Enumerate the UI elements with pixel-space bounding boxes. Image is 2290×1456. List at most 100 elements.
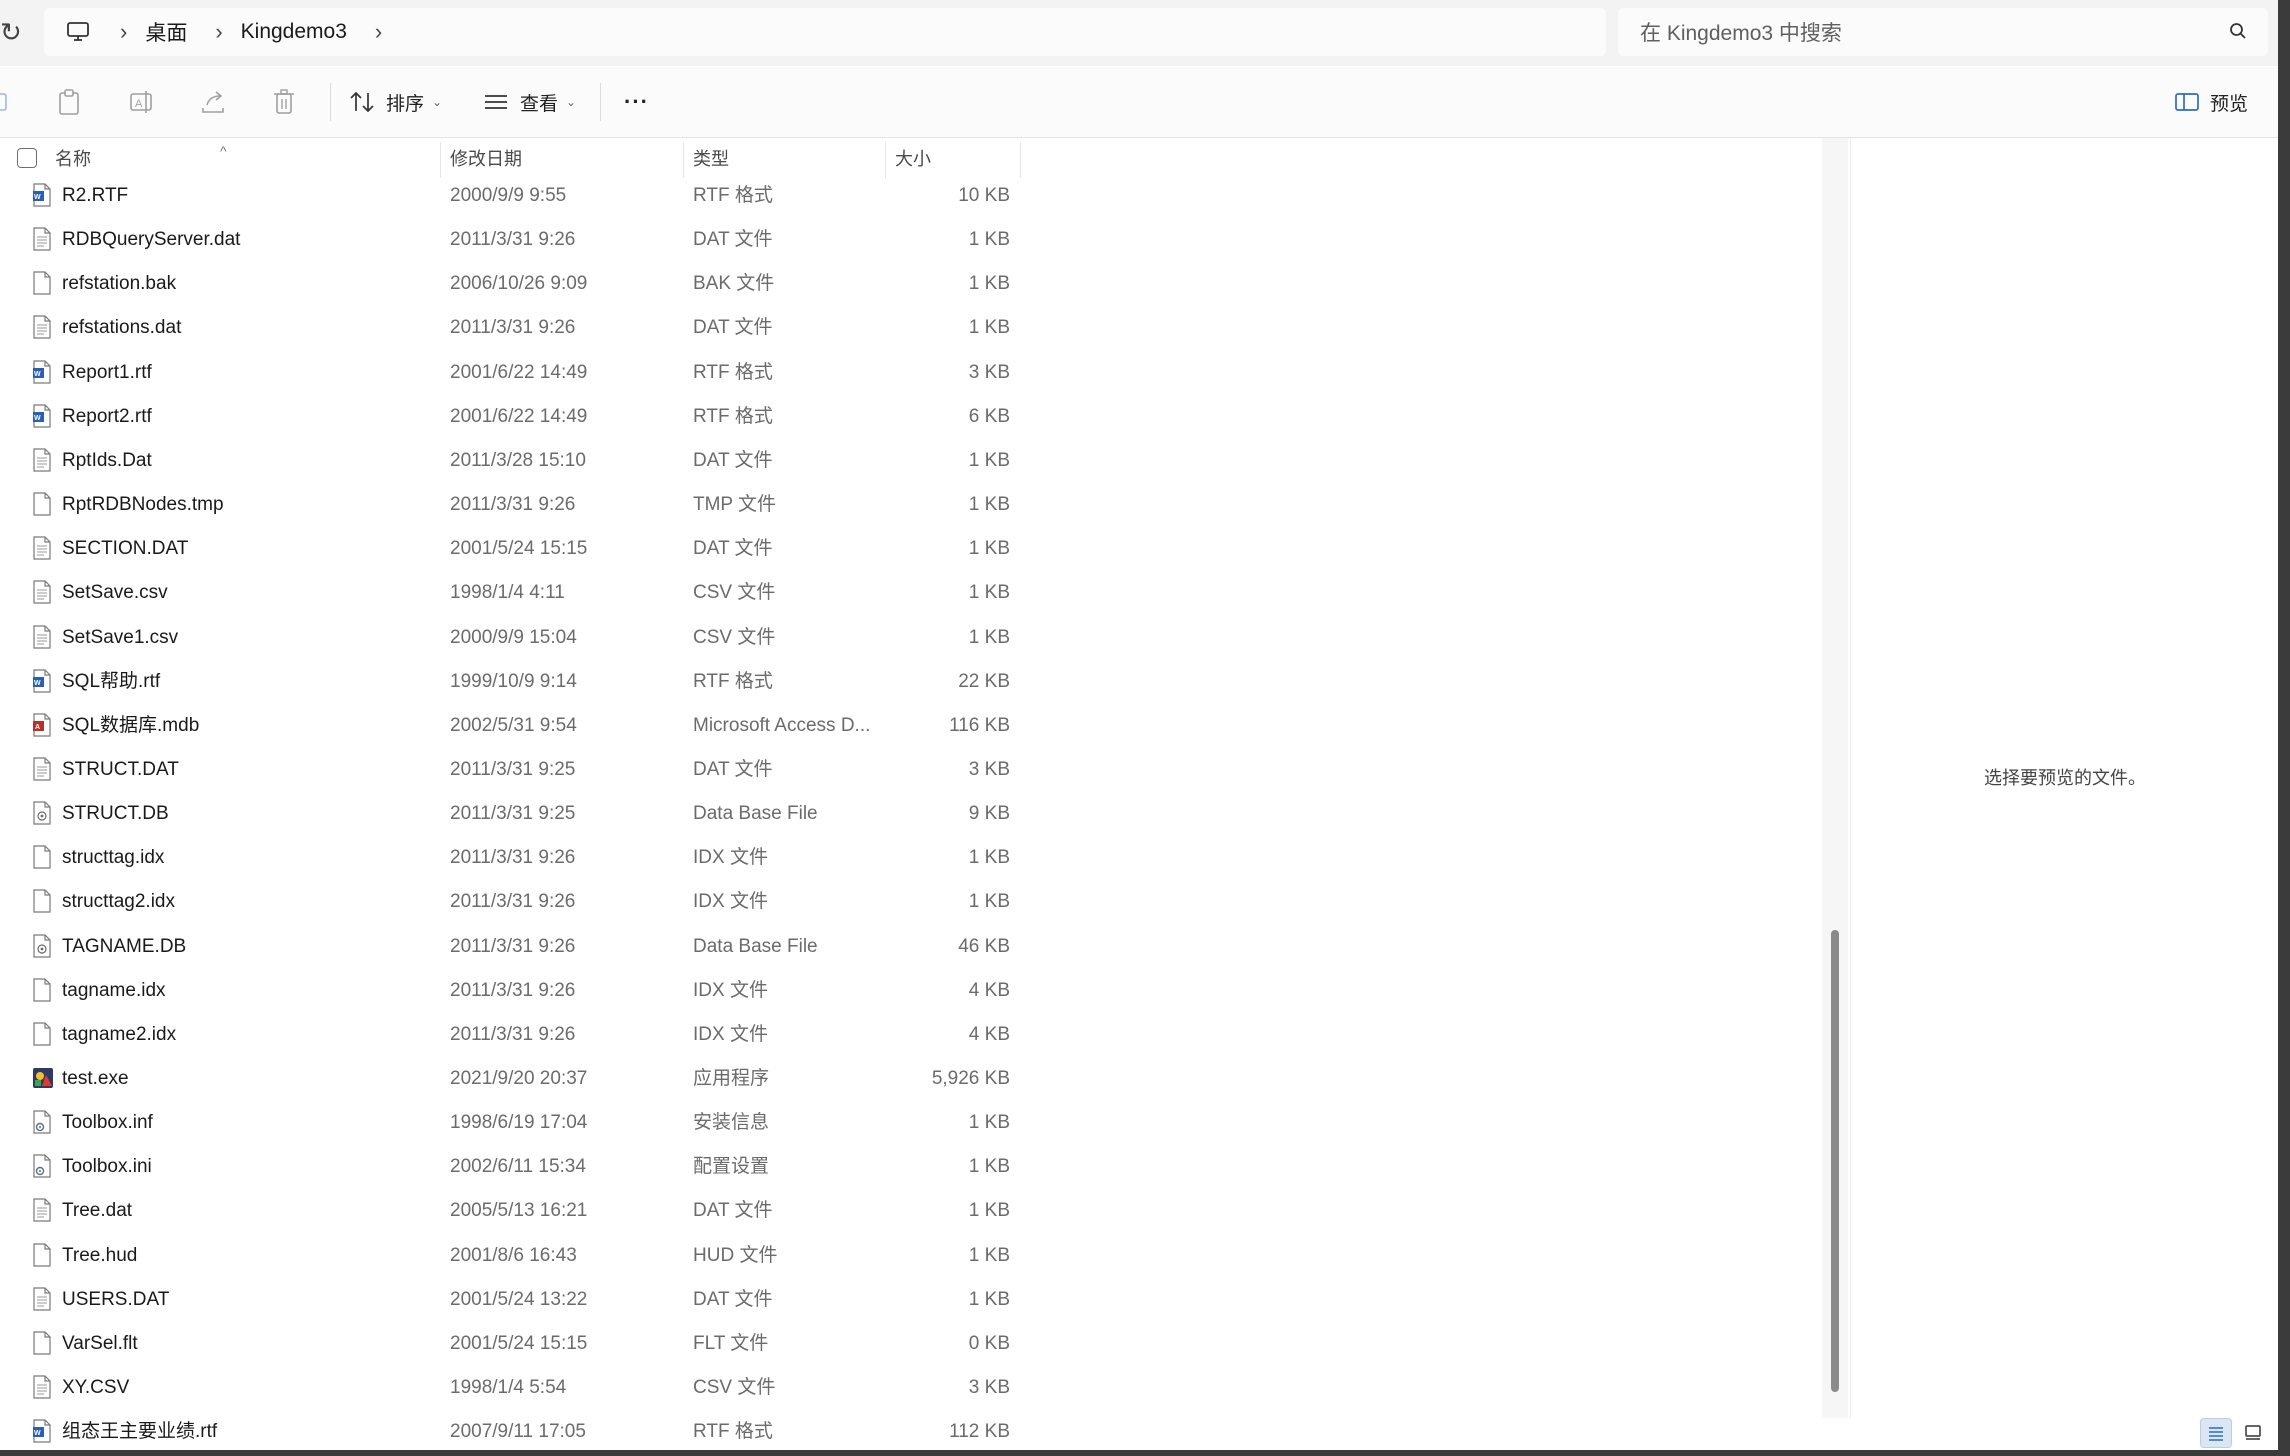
file-name[interactable]: SQL帮助.rtf xyxy=(62,660,160,703)
search-input[interactable]: 在 Kingdemo3 中搜索 xyxy=(1640,17,2228,47)
file-name[interactable]: RDBQueryServer.dat xyxy=(62,218,240,261)
file-name[interactable]: RptIds.Dat xyxy=(62,439,152,482)
file-row[interactable]: Tree.dat 2005/5/13 16:21 DAT 文件 1 KB xyxy=(0,1189,1030,1232)
file-name[interactable]: SetSave1.csv xyxy=(62,616,178,659)
file-row[interactable]: SetSave.csv 1998/1/4 4:11 CSV 文件 1 KB xyxy=(0,571,1030,614)
file-name[interactable]: tagname2.idx xyxy=(62,1013,176,1056)
preview-pane: 选择要预览的文件。 xyxy=(1850,138,2278,1418)
column-divider[interactable] xyxy=(885,142,886,178)
details-view-button[interactable] xyxy=(2200,1418,2232,1448)
file-name[interactable]: STRUCT.DAT xyxy=(62,748,179,791)
delete-icon[interactable] xyxy=(271,85,297,119)
rename-icon[interactable]: A xyxy=(128,85,156,119)
file-name[interactable]: Toolbox.ini xyxy=(62,1145,152,1188)
file-row[interactable]: SECTION.DAT 2001/5/24 15:15 DAT 文件 1 KB xyxy=(0,527,1030,570)
file-name[interactable]: Report1.rtf xyxy=(62,351,152,394)
column-divider[interactable] xyxy=(683,142,684,178)
file-size: 22 KB xyxy=(958,670,1010,692)
file-name[interactable]: structtag.idx xyxy=(62,836,164,879)
file-row[interactable]: W 组态王主要业绩.rtf 2007/9/11 17:05 RTF 格式 112 KB xyxy=(0,1410,1030,1450)
file-row[interactable]: structtag.idx 2011/3/31 9:26 IDX 文件 1 KB xyxy=(0,836,1030,879)
file-date-modified: 2011/3/31 9:25 xyxy=(450,758,576,780)
file-name[interactable]: Tree.hud xyxy=(62,1234,137,1277)
breadcrumb-desktop[interactable]: 桌面 xyxy=(145,17,187,47)
file-name[interactable]: tagname.idx xyxy=(62,969,166,1012)
chevron-right-icon[interactable]: › xyxy=(120,19,127,45)
file-row[interactable]: Tree.hud 2001/8/6 16:43 HUD 文件 1 KB xyxy=(0,1234,1030,1277)
column-divider[interactable] xyxy=(1020,142,1021,178)
file-name[interactable]: refstations.dat xyxy=(62,306,181,349)
file-row[interactable]: refstation.bak 2006/10/26 9:09 BAK 文件 1 KB xyxy=(0,262,1030,305)
file-row[interactable]: Toolbox.inf 1998/6/19 17:04 安装信息 1 KB xyxy=(0,1101,1030,1144)
large-icons-view-button[interactable] xyxy=(2238,1418,2268,1446)
file-row[interactable]: tagname2.idx 2011/3/31 9:26 IDX 文件 4 KB xyxy=(0,1013,1030,1056)
file-name[interactable]: SECTION.DAT xyxy=(62,527,188,570)
scrollbar-thumb[interactable] xyxy=(1831,930,1839,1392)
chevron-right-icon[interactable]: › xyxy=(215,19,222,45)
file-name[interactable]: RptRDBNodes.tmp xyxy=(62,483,224,526)
file-row[interactable]: structtag2.idx 2011/3/31 9:26 IDX 文件 1 KB xyxy=(0,880,1030,923)
file-name[interactable]: STRUCT.DB xyxy=(62,792,169,835)
chevron-right-icon[interactable]: › xyxy=(375,19,382,45)
file-row[interactable]: SetSave1.csv 2000/9/9 15:04 CSV 文件 1 KB xyxy=(0,616,1030,659)
column-divider[interactable] xyxy=(440,142,441,178)
file-name[interactable]: VarSel.flt xyxy=(62,1322,138,1365)
file-name[interactable]: Tree.dat xyxy=(62,1189,132,1232)
file-name[interactable]: SetSave.csv xyxy=(62,571,168,614)
file-name[interactable]: XY.CSV xyxy=(62,1366,129,1409)
file-date-modified: 2005/5/13 16:21 xyxy=(450,1200,588,1222)
file-row[interactable]: A SQL数据库.mdb 2002/5/31 9:54 Microsoft Acces… xyxy=(0,704,1030,747)
refresh-icon[interactable]: ↻ xyxy=(0,14,22,50)
share-icon[interactable] xyxy=(199,85,227,119)
file-type: HUD 文件 xyxy=(693,1244,778,1266)
svg-text:A: A xyxy=(35,724,40,731)
preview-pane-button[interactable]: 预览 xyxy=(2174,85,2248,119)
address-bar[interactable]: › 桌面 › Kingdemo3 › xyxy=(44,8,1606,56)
file-date-modified: 2021/9/20 20:37 xyxy=(450,1068,588,1089)
file-name[interactable]: structtag2.idx xyxy=(62,880,175,923)
file-row[interactable]: RptIds.Dat 2011/3/28 15:10 DAT 文件 1 KB xyxy=(0,439,1030,482)
view-button[interactable]: 查看 ⌄ xyxy=(482,85,576,119)
file-name[interactable]: refstation.bak xyxy=(62,262,176,305)
file-name[interactable]: 组态王主要业绩.rtf xyxy=(62,1410,217,1450)
file-name[interactable]: R2.RTF xyxy=(62,174,128,217)
file-row[interactable]: RDBQueryServer.dat 2011/3/31 9:26 DAT 文件 1 … xyxy=(0,218,1030,261)
file-name[interactable]: test.exe xyxy=(62,1057,129,1100)
file-name[interactable]: Report2.rtf xyxy=(62,395,152,438)
select-all-checkbox[interactable] xyxy=(17,148,37,168)
paste-icon[interactable] xyxy=(56,85,82,119)
file-row[interactable]: TAGNAME.DB 2011/3/31 9:26 Data Base File 46… xyxy=(0,925,1030,968)
file-row[interactable]: VarSel.flt 2001/5/24 15:15 FLT 文件 0 KB xyxy=(0,1322,1030,1365)
file-row[interactable]: tagname.idx 2011/3/31 9:26 IDX 文件 4 KB xyxy=(0,969,1030,1012)
file-row[interactable]: W Report2.rtf 2001/6/22 14:49 RTF 格式 6 KB xyxy=(0,395,1030,438)
file-row[interactable]: STRUCT.DAT 2011/3/31 9:25 DAT 文件 3 KB xyxy=(0,748,1030,791)
file-row[interactable]: XY.CSV 1998/1/4 5:54 CSV 文件 3 KB xyxy=(0,1366,1030,1409)
file-row[interactable]: W SQL帮助.rtf 1999/10/9 9:14 RTF 格式 22 KB xyxy=(0,660,1030,703)
file-row[interactable]: USERS.DAT 2001/5/24 13:22 DAT 文件 1 KB xyxy=(0,1278,1030,1321)
file-row[interactable]: STRUCT.DB 2011/3/31 9:25 Data Base File 9 K… xyxy=(0,792,1030,835)
file-row[interactable]: W R2.RTF 2000/9/9 9:55 RTF 格式 10 KB xyxy=(0,174,1030,217)
file-name[interactable]: Toolbox.inf xyxy=(62,1101,153,1144)
file-date-modified: 2011/3/31 9:26 xyxy=(450,1023,576,1045)
new-icon[interactable] xyxy=(0,85,10,119)
svg-text:W: W xyxy=(34,415,41,422)
file-row[interactable]: RptRDBNodes.tmp 2011/3/31 9:26 TMP 文件 1 KB xyxy=(0,483,1030,526)
breadcrumb-kingdemo3[interactable]: Kingdemo3 xyxy=(241,20,347,44)
file-row[interactable]: test.exe 2021/9/20 20:37 应用程序 5,926 KB xyxy=(0,1057,1030,1100)
more-options-button[interactable]: ··· xyxy=(624,85,649,119)
text-file-icon xyxy=(32,1198,52,1223)
file-row[interactable]: refstations.dat 2011/3/31 9:26 DAT 文件 1 KB xyxy=(0,306,1030,349)
search-icon[interactable] xyxy=(2228,21,2250,43)
sort-button[interactable]: 排序 ⌄ xyxy=(348,85,442,119)
file-name[interactable]: TAGNAME.DB xyxy=(62,925,186,968)
file-name[interactable]: SQL数据库.mdb xyxy=(62,704,199,747)
file-row[interactable]: W Report1.rtf 2001/6/22 14:49 RTF 格式 3 KB xyxy=(0,351,1030,394)
file-row[interactable]: Toolbox.ini 2002/6/11 15:34 配置设置 1 KB xyxy=(0,1145,1030,1188)
computer-icon[interactable] xyxy=(64,18,92,46)
file-type: Data Base File xyxy=(693,935,818,957)
file-name[interactable]: USERS.DAT xyxy=(62,1278,169,1321)
file-type: Data Base File xyxy=(693,803,818,825)
file-type: IDX 文件 xyxy=(693,1023,768,1045)
search-box[interactable]: 在 Kingdemo3 中搜索 xyxy=(1618,8,2268,56)
blank-file-icon xyxy=(32,1242,52,1267)
